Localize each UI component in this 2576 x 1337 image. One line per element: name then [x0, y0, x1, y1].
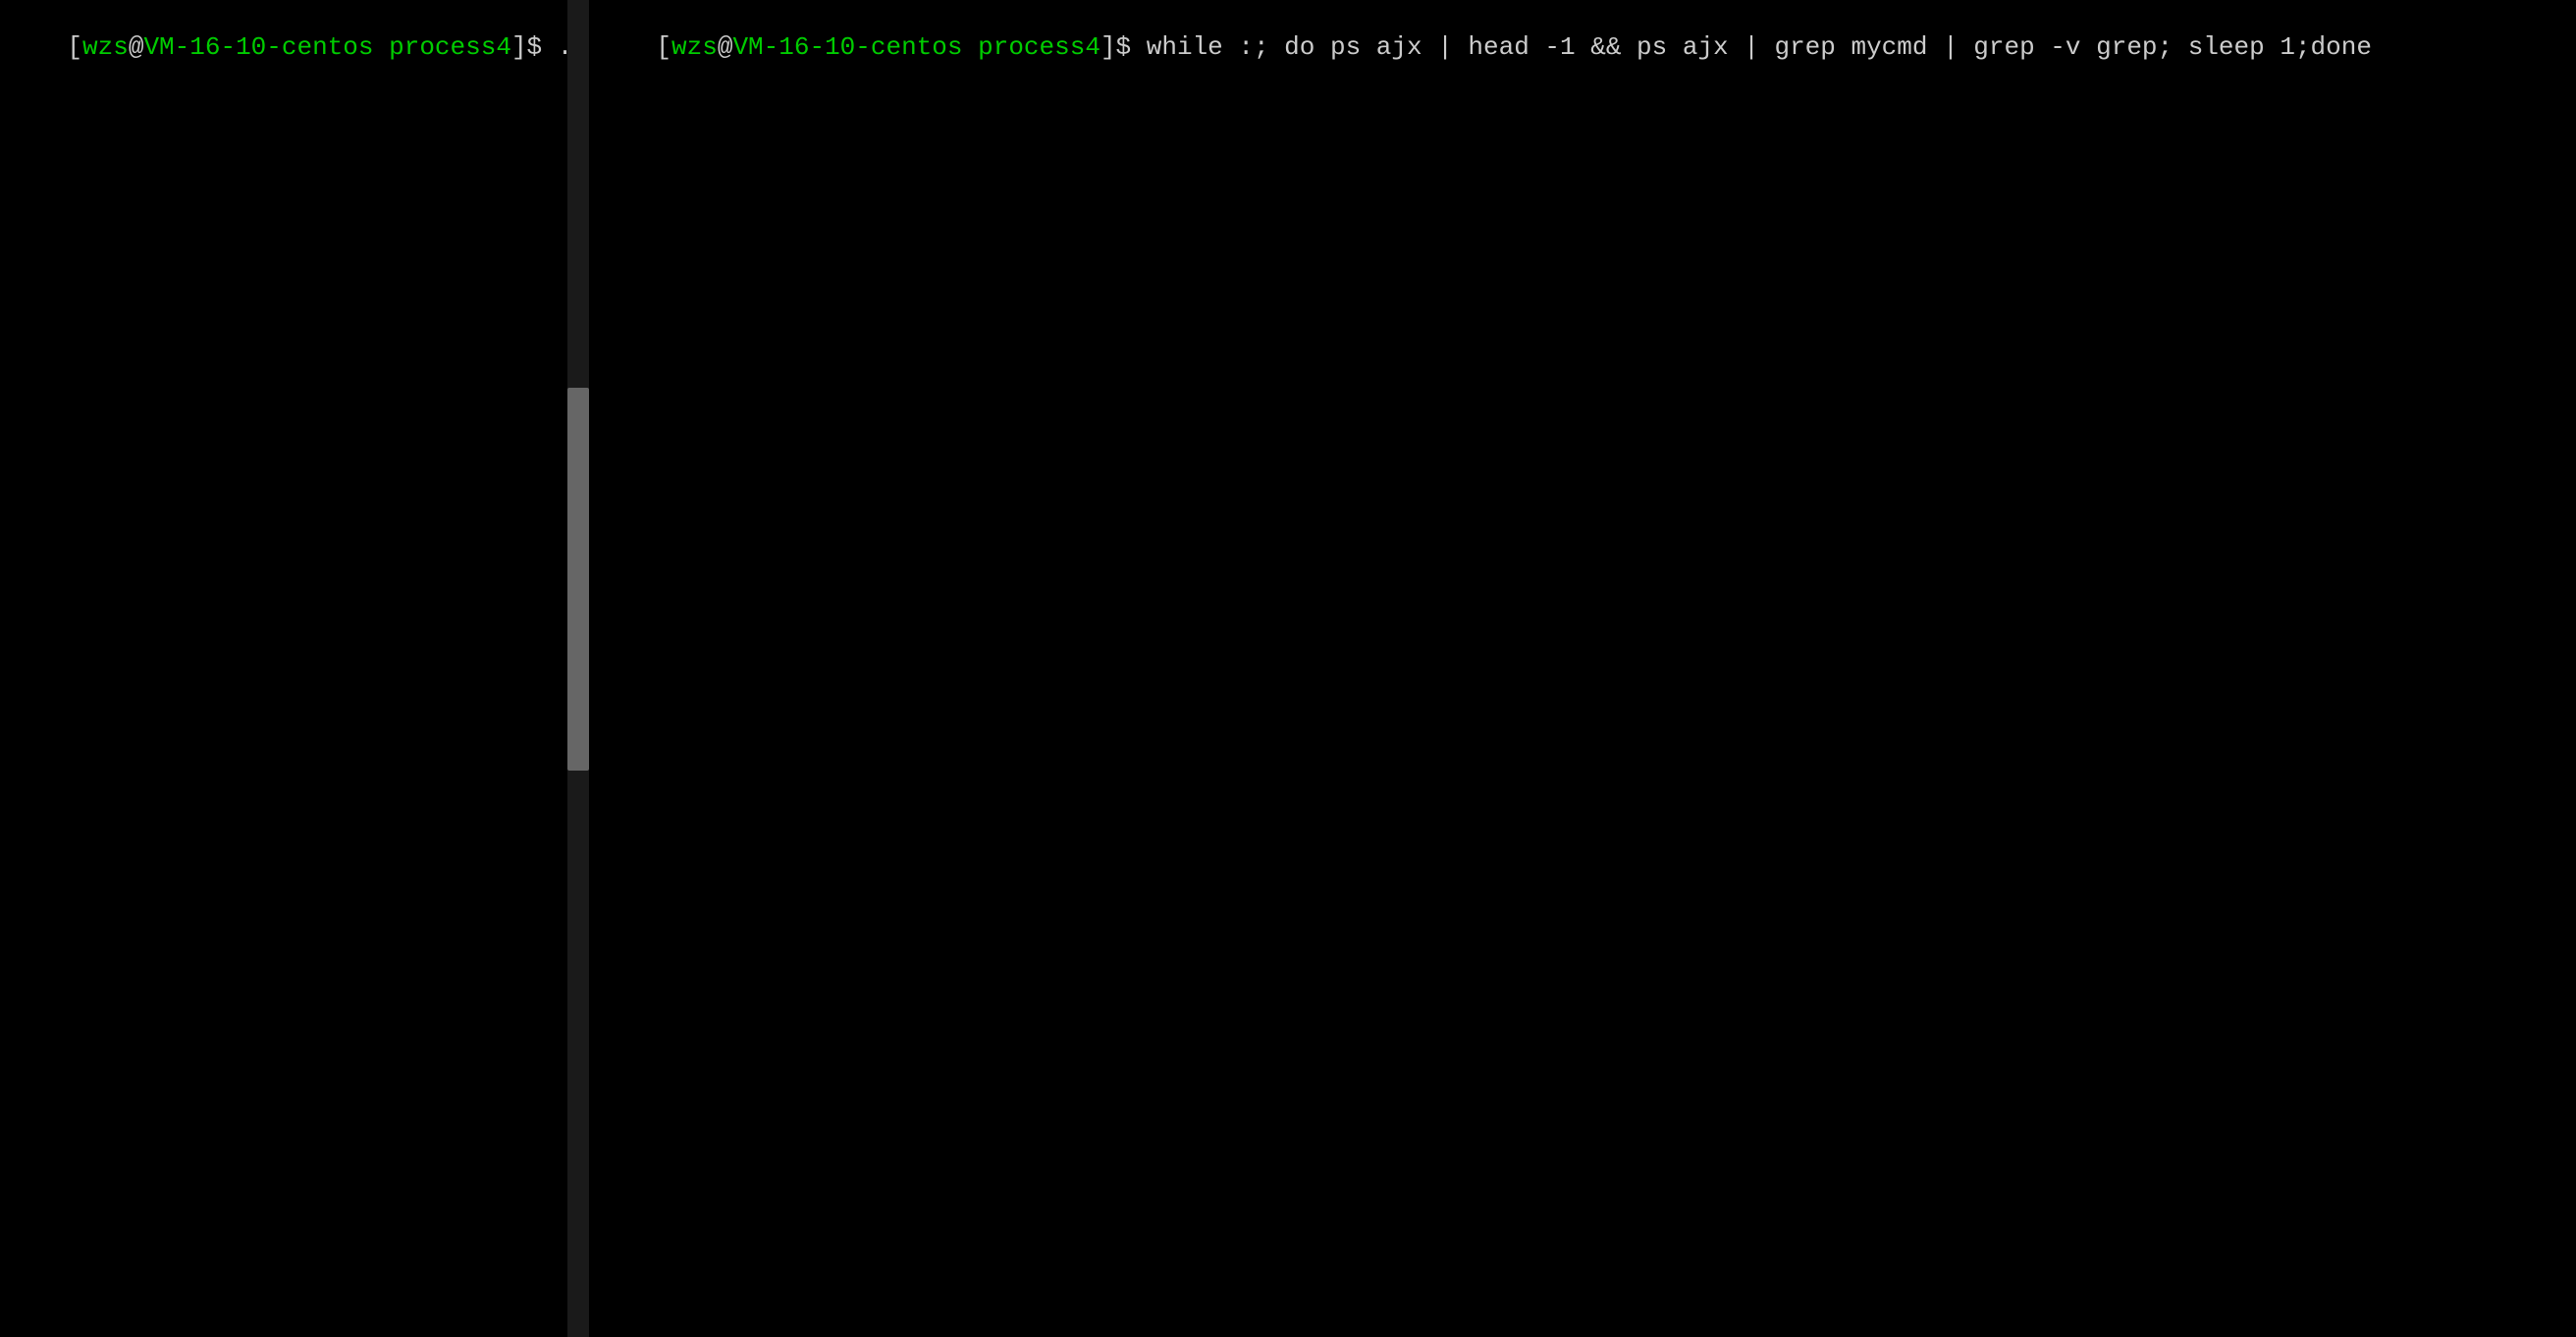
left-terminal-prompt-line: [wzs@VM-16-10-centos process4]$ ./mycmd: [0, 0, 567, 96]
left-prompt-host: VM-16-10-centos: [143, 32, 373, 62]
right-prompt-dir: process4: [978, 32, 1100, 62]
left-prompt-space: [374, 32, 390, 62]
right-terminal-prompt-line: [wzs@VM-16-10-centos process4]$ while :;…: [589, 0, 2576, 96]
right-prompt-host: VM-16-10-centos: [732, 32, 962, 62]
right-bracket-open: [: [656, 32, 671, 62]
right-prompt-command: while :; do ps ajx | head -1 && ps ajx |…: [1131, 32, 2372, 62]
right-bracket-close: ]: [1100, 32, 1116, 62]
left-bracket-open: [: [67, 32, 82, 62]
left-prompt-command: ./mycmd: [542, 32, 567, 62]
right-prompt-dollar: $: [1116, 32, 1132, 62]
right-prompt-at: @: [718, 32, 733, 62]
terminal-divider: [567, 0, 589, 1337]
left-bracket-close: ]: [511, 32, 527, 62]
left-terminal-pane[interactable]: [wzs@VM-16-10-centos process4]$ ./mycmd: [0, 0, 567, 1337]
left-prompt-dollar: $: [527, 32, 543, 62]
scrollbar-thumb[interactable]: [567, 388, 589, 771]
right-prompt-user: wzs: [671, 32, 718, 62]
right-terminal-pane[interactable]: [wzs@VM-16-10-centos process4]$ while :;…: [589, 0, 2576, 1337]
left-prompt-dir: process4: [389, 32, 511, 62]
left-prompt-at: @: [129, 32, 144, 62]
scrollbar-track[interactable]: [567, 0, 589, 1337]
right-prompt-space: [963, 32, 979, 62]
left-prompt-user: wzs: [82, 32, 129, 62]
